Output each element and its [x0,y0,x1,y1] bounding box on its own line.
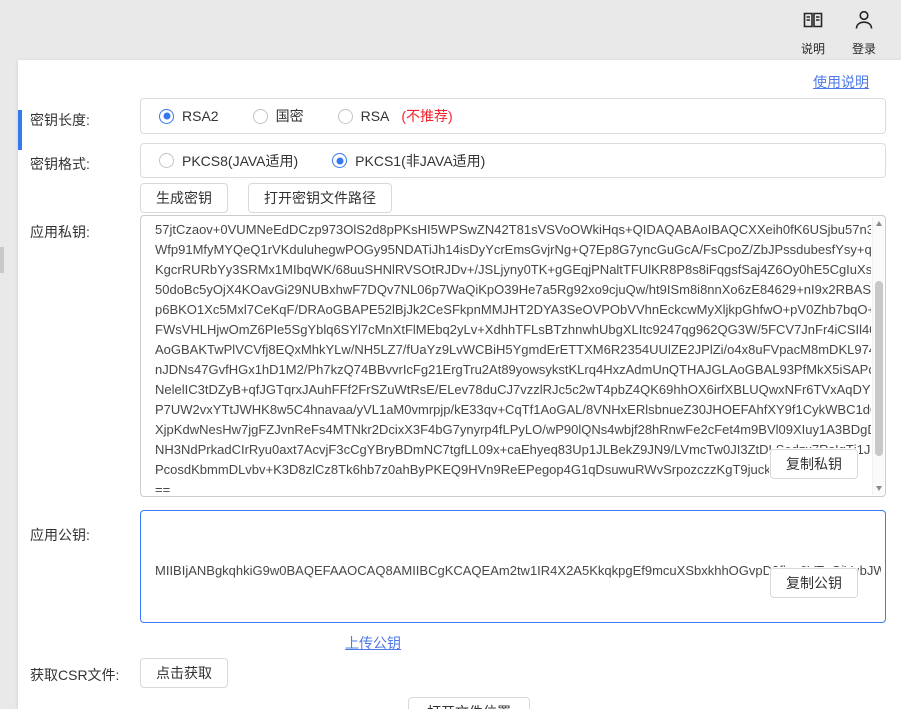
radio-pkcs1-label: PKCS1(非JAVA适用) [355,151,485,171]
radio-rsa2-label: RSA2 [182,108,219,124]
help-action[interactable]: 说明 [789,8,837,57]
radio-rsa-label: RSA [361,108,390,124]
public-key-value: MIIBIjANBgkqhkiG9w0BAQEFAAOCAQ8AMIIBCgKC… [141,511,883,622]
key-format-options: PKCS8(JAVA适用) PKCS1(非JAVA适用) [140,143,886,178]
radio-icon [159,109,174,124]
scrollbar-thumb[interactable] [875,281,883,456]
radio-pkcs8-label: PKCS8(JAVA适用) [182,151,298,171]
radio-pkcs8[interactable]: PKCS8(JAVA适用) [159,151,298,171]
main-panel: 使用说明 密钥长度: RSA2 国密 RSA (不推荐) 密钥格式: PKCS8… [18,60,901,709]
radio-icon [159,153,174,168]
radio-icon [253,109,268,124]
active-section-indicator [18,110,22,150]
radio-guomi[interactable]: 国密 [253,106,304,126]
scroll-up-icon[interactable] [876,221,882,226]
radio-icon [338,109,353,124]
usage-instructions-link[interactable]: 使用说明 [813,72,869,92]
radio-icon [332,153,347,168]
page-scrollbar-thumb[interactable] [0,247,4,273]
private-key-value: 57jtCzaov+0VUMNeEdDCzp973OlS2d8pPKsHI5WP… [141,216,871,496]
login-label: 登录 [840,40,888,57]
key-format-label: 密钥格式: [30,154,90,174]
person-icon [852,8,876,32]
radio-rsa[interactable]: RSA [338,108,390,124]
help-label: 说明 [789,40,837,57]
private-key-label: 应用私钥: [30,222,90,242]
upload-public-key-link[interactable]: 上传公钥 [345,633,401,653]
get-csr-button[interactable]: 点击获取 [140,658,228,688]
private-key-scrollbar[interactable] [872,217,884,495]
radio-rsa2[interactable]: RSA2 [159,108,219,124]
key-length-label: 密钥长度: [30,110,90,130]
login-action[interactable]: 登录 [840,8,888,57]
rsa-not-recommended-warning: (不推荐) [401,106,452,126]
csr-label: 获取CSR文件: [30,665,119,685]
public-key-textarea[interactable]: MIIBIjANBgkqhkiG9w0BAQEFAAOCAQ8AMIIBCgKC… [140,510,886,623]
key-length-options: RSA2 国密 RSA (不推荐) [140,98,886,134]
open-file-location-button[interactable]: 打开文件位置 [408,697,530,709]
copy-public-key-button[interactable]: 复制公钥 [770,568,858,598]
generate-key-button[interactable]: 生成密钥 [140,183,228,213]
public-key-label: 应用公钥: [30,525,90,545]
scroll-down-icon[interactable] [876,486,882,491]
radio-guomi-label: 国密 [276,106,304,126]
copy-private-key-button[interactable]: 复制私钥 [770,449,858,479]
book-icon [801,8,825,32]
open-key-file-path-button[interactable]: 打开密钥文件路径 [248,183,392,213]
radio-pkcs1[interactable]: PKCS1(非JAVA适用) [332,151,485,171]
